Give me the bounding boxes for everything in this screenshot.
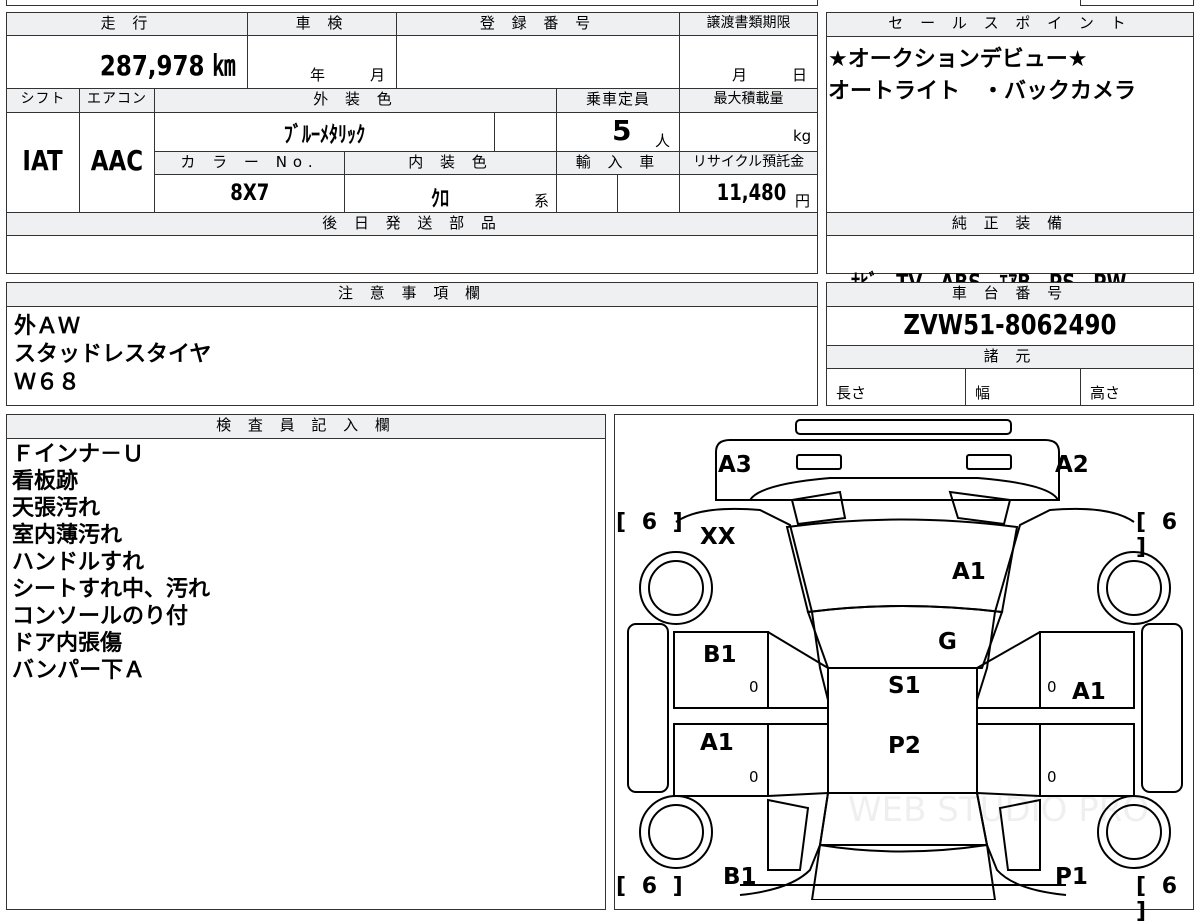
zero-left-rear: 0	[749, 678, 759, 696]
inspector-label: 検 査 員 記 入 欄	[6, 414, 606, 439]
shaken-month: 月	[370, 66, 386, 84]
mark-roof: A1	[952, 559, 986, 585]
chassis-label: 車 台 番 号	[826, 282, 1194, 307]
tread-front-left: [ 6 ]	[616, 874, 687, 899]
aircon-value: AAC	[90, 144, 144, 177]
notes-line-3: Ｗ６８	[14, 370, 81, 395]
exterior-color-label: 外 装 色	[154, 88, 557, 113]
mileage-value: 287,978 ㎞	[99, 49, 236, 82]
color-no-label: カ ラ ー No.	[154, 151, 345, 175]
color-no-value: 8X7	[229, 181, 269, 206]
max-load-label: 最大積載量	[679, 88, 818, 113]
inspector-line-5: ハンドルすれ	[12, 550, 145, 575]
sales-point-label: セ ー ル ス ポ イ ン ト	[826, 12, 1194, 37]
capacity-label: 乗車定員	[556, 88, 680, 113]
inspector-line-7: コンソールのり付	[12, 604, 189, 629]
interior-color-label: 内 装 色	[344, 151, 557, 175]
transfer-day: 日	[792, 66, 808, 84]
inspector-line-9: バンパー下Ａ	[12, 658, 146, 683]
later-parts-label: 後 日 発 送 部 品	[6, 212, 818, 236]
shaken-label: 車 検	[247, 12, 397, 36]
mark-floor: P2	[888, 733, 921, 759]
shaken-year: 年	[310, 66, 326, 84]
shift-value: IAT	[22, 144, 64, 177]
aircon-label: エアコン	[79, 88, 155, 113]
max-load-unit: kg	[793, 127, 812, 145]
top-strip	[6, 0, 818, 6]
inspector-line-8: ドア内張傷	[12, 631, 123, 656]
interior-color-suffix: 系	[534, 192, 550, 210]
interior-color-value: ｸﾛ	[430, 187, 450, 212]
height-label: 高さ	[1090, 384, 1121, 402]
inspector-line-4: 室内薄汚れ	[12, 523, 123, 548]
recycle-value: 11,480	[716, 181, 787, 206]
top-strip-right	[1080, 0, 1194, 6]
transfer-month: 月	[732, 66, 748, 84]
recycle-label: リサイクル預託金	[679, 151, 818, 175]
recycle-unit: 円	[795, 192, 811, 210]
mark-rear-left: A3	[718, 452, 752, 478]
mark-left-front-door: A1	[700, 730, 734, 756]
zero-right-front: 0	[1047, 768, 1057, 786]
mileage-label: 走 行	[6, 12, 248, 36]
mark-rear-right: A2	[1055, 452, 1089, 478]
mark-right-front: P1	[1055, 864, 1088, 890]
specs-label: 諸 元	[826, 345, 1194, 369]
zero-left-front: 0	[749, 768, 759, 786]
inspector-line-1: Ｆインナ－Ｕ	[12, 442, 145, 467]
watermark: WEB STUDIO PRO	[848, 790, 1150, 830]
sales-point-line-1: ★オークションデビュー★	[828, 47, 1088, 72]
notes-label: 注 意 事 項 欄	[6, 282, 818, 307]
shift-label: シフト	[6, 88, 80, 113]
mark-right-rear-door: A1	[1072, 679, 1106, 705]
capacity-value: 5	[612, 114, 632, 147]
notes-line-1: 外ＡＷ	[14, 314, 81, 339]
zero-right-rear: 0	[1047, 678, 1057, 696]
transfer-deadline-label: 譲渡書類期限	[679, 12, 818, 36]
capacity-unit: 人	[655, 132, 671, 150]
mark-left-rear-door: B1	[703, 642, 737, 668]
inspector-line-6: シートすれ中、汚れ	[12, 577, 211, 602]
tread-rear-left: [ 6 ]	[616, 510, 687, 535]
mark-g: G	[938, 629, 957, 655]
mark-left-front: B1	[723, 864, 757, 890]
registration-label: 登 録 番 号	[396, 12, 680, 36]
notes-line-2: スタッドレスタイヤ	[14, 342, 212, 367]
inspector-line-2: 看板跡	[12, 469, 79, 494]
tread-front-right: [ 6 ]	[1136, 874, 1182, 924]
mark-rear-glass: XX	[700, 524, 736, 550]
chassis-number: ZVW51-8062490	[903, 308, 1117, 341]
width-label: 幅	[975, 384, 991, 402]
genuine-equipment-label: 純 正 装 備	[826, 212, 1194, 236]
tread-rear-right: [ 6 ]	[1136, 510, 1182, 560]
import-label: 輸 入 車	[556, 151, 680, 175]
inspector-line-3: 天張汚れ	[12, 496, 101, 521]
sales-point-line-2: オートライト ・バックカメラ	[828, 79, 1137, 104]
length-label: 長さ	[836, 384, 867, 402]
exterior-color-value: ﾌﾞﾙｰﾒﾀﾘｯｸ	[284, 123, 366, 148]
mark-seat: S1	[888, 673, 921, 699]
